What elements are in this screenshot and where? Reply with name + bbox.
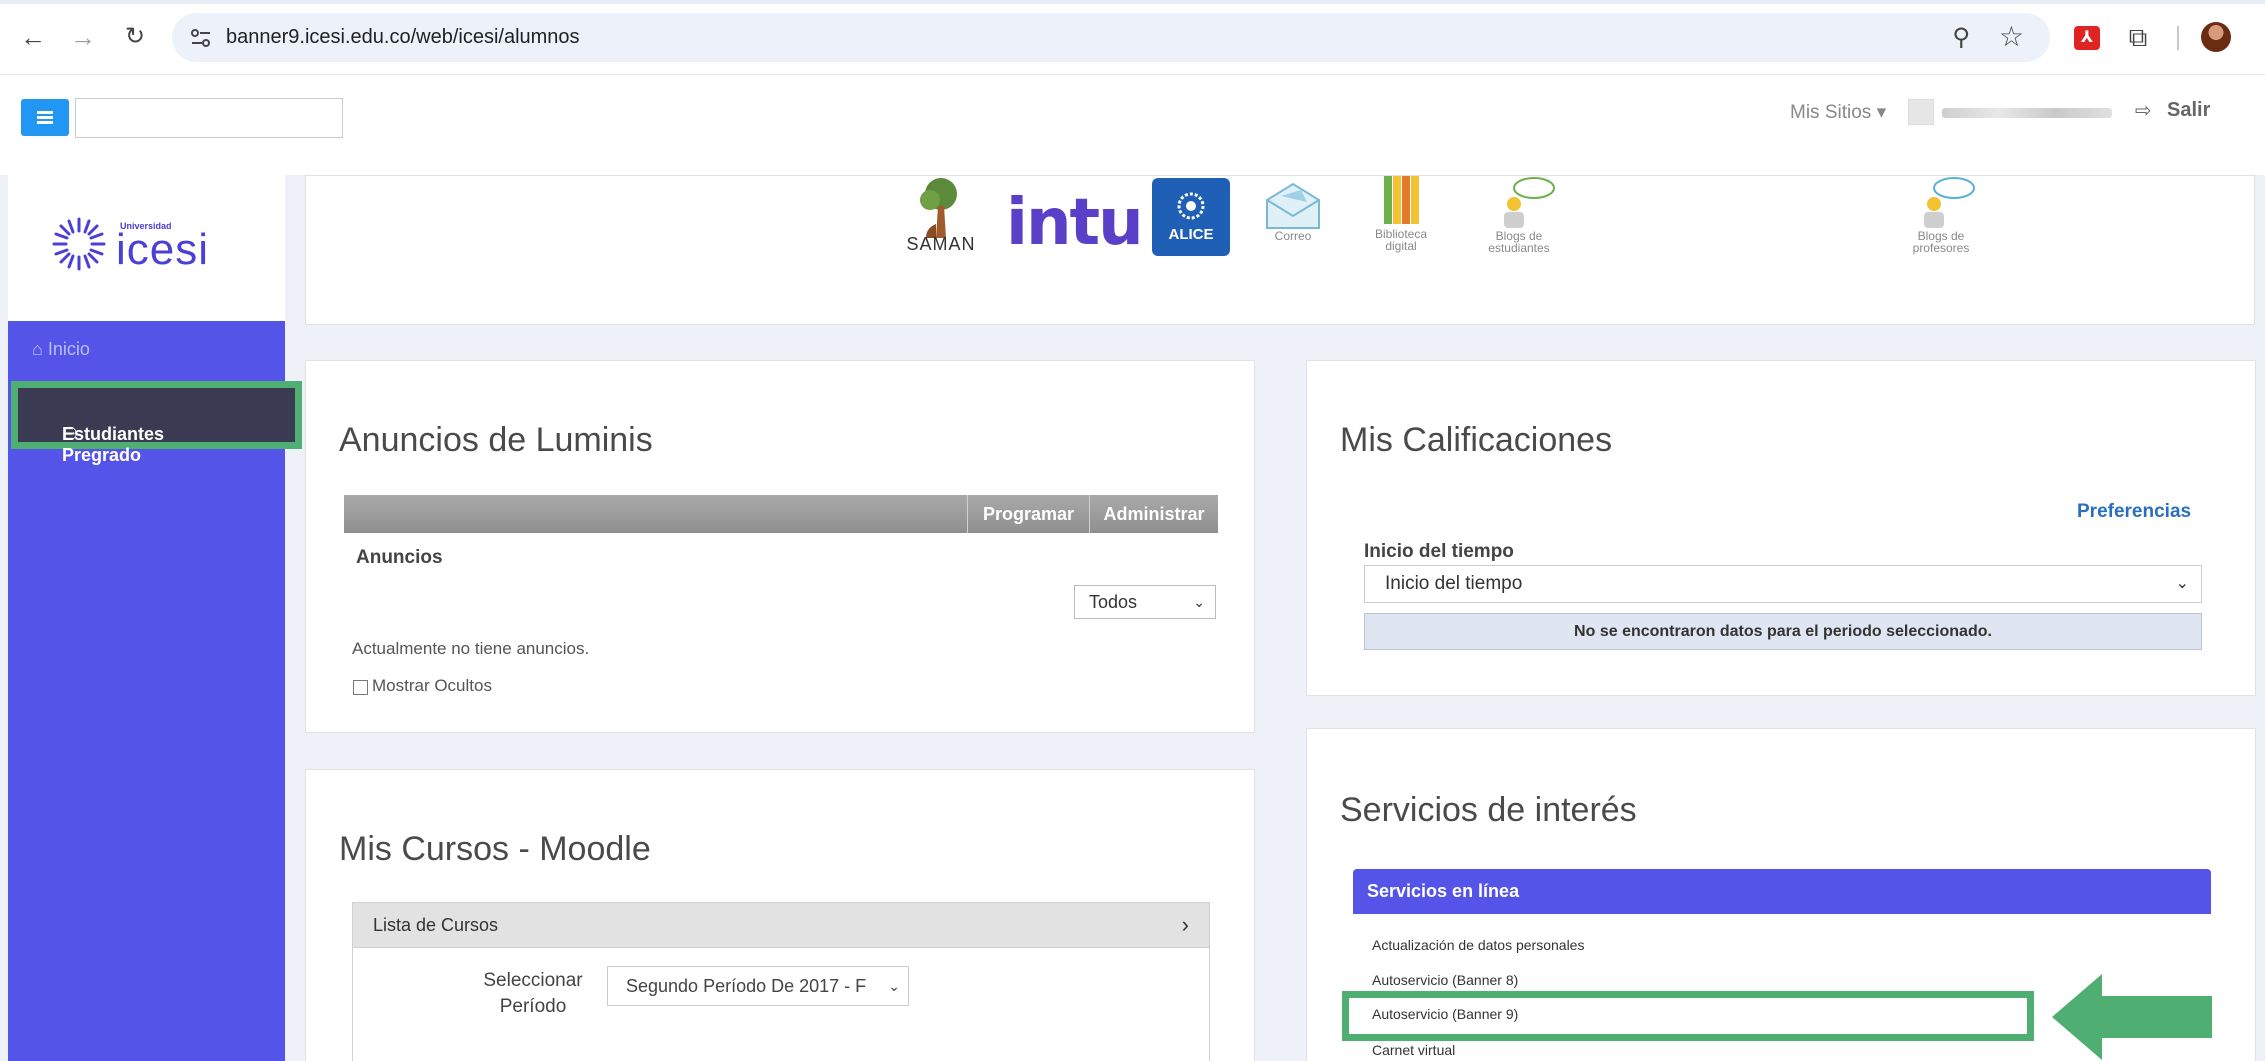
inicio-tiempo-label: Inicio del tiempo bbox=[1364, 541, 1514, 562]
sidebar-item-label: Estudiantes Pregrado bbox=[62, 424, 165, 465]
programar-button[interactable]: Programar bbox=[967, 495, 1089, 533]
servicio-autoservicio-banner8[interactable]: Autoservicio (Banner 8) bbox=[1372, 972, 1518, 988]
administrar-button[interactable]: Administrar bbox=[1089, 495, 1218, 533]
shortcut-correo[interactable]: Correo bbox=[1261, 178, 1325, 258]
servicios-title: Servicios de interés bbox=[1340, 791, 1637, 829]
reload-icon[interactable]: ↻ bbox=[118, 20, 152, 54]
seleccionar-periodo-label: Seleccionar Período bbox=[483, 970, 583, 1017]
cursos-periodo-value: Segundo Período De 2017 - F bbox=[626, 976, 867, 996]
site-settings-icon[interactable] bbox=[186, 23, 216, 53]
books-icon bbox=[1384, 176, 1419, 224]
user-name-redacted[interactable] bbox=[1942, 108, 2112, 118]
calificaciones-title: Mis Calificaciones bbox=[1340, 421, 1613, 459]
browser-toolbar: ← → ↻ banner9.icesi.edu.co/web/icesi/alu… bbox=[0, 0, 2265, 75]
blog-students-icon bbox=[1504, 177, 1555, 228]
lista-cursos-label: Lista de Cursos bbox=[373, 915, 499, 935]
logo-box: Universidad icesi bbox=[8, 175, 285, 321]
saman-label: SAMAN bbox=[906, 234, 976, 254]
url-text[interactable]: banner9.icesi.edu.co/web/icesi/alumnos bbox=[226, 26, 580, 49]
chevron-right-icon: › bbox=[1181, 912, 1189, 937]
tab-strip bbox=[0, 0, 2265, 4]
shortcut-biblioteca[interactable]: Biblioteca digital bbox=[1366, 176, 1436, 256]
no-data-message: No se encontraron datos para el periodo … bbox=[1364, 613, 2202, 650]
anuncios-filter-select[interactable]: Todos ⌄ bbox=[1074, 585, 1216, 619]
mis-sitios-dropdown[interactable]: Mis Sitios ▾ bbox=[1790, 101, 1886, 124]
logout-icon[interactable]: ⇨ bbox=[2135, 98, 2152, 123]
lista-cursos-header[interactable]: Lista de Cursos › bbox=[352, 902, 1210, 948]
chevron-down-icon: ⌄ bbox=[2175, 575, 2189, 592]
blogs-profesores-label: Blogs de profesores bbox=[1912, 229, 1970, 255]
bookmark-star-icon[interactable]: ☆ bbox=[1999, 20, 2024, 53]
pdf-extension-icon[interactable]: ⅄ bbox=[2074, 26, 2100, 50]
alice-icon bbox=[1177, 192, 1205, 220]
anuncios-toolbar: Programar Administrar bbox=[344, 495, 1218, 533]
extensions-icon[interactable]: ⧉ bbox=[2123, 22, 2153, 52]
app-header: Mis Sitios ▾ ⇨ Salir bbox=[0, 75, 2265, 175]
shortcut-alice[interactable]: ALICE bbox=[1152, 178, 1230, 256]
cursos-panel: Mis Cursos - Moodle Lista de Cursos › Se… bbox=[305, 769, 1255, 1061]
shortcut-saman[interactable]: SAMAN bbox=[896, 176, 986, 266]
mostrar-ocultos-checkbox[interactable] bbox=[353, 680, 368, 695]
servicios-en-linea-label: Servicios en línea bbox=[1367, 881, 1520, 901]
lista-cursos-body: Seleccionar Período Segundo Período De 2… bbox=[352, 948, 1210, 1061]
sidebar-item-inicio[interactable]: ⌂ Inicio bbox=[32, 339, 90, 360]
home-icon: ⌂ bbox=[32, 339, 48, 359]
zoom-icon[interactable]: ⚲ bbox=[1952, 23, 1970, 52]
highlight-box bbox=[1342, 991, 2034, 1041]
logout-link[interactable]: Salir bbox=[2167, 99, 2210, 122]
periodo-select[interactable]: Inicio del tiempo ⌄ bbox=[1364, 565, 2202, 603]
main-area: Universidad icesi ⌂ Inicio ⚇ Estudiantes… bbox=[0, 175, 2265, 1061]
shortcut-blogs-profesores[interactable]: Blogs de profesores bbox=[1896, 176, 1986, 256]
forward-icon[interactable]: → bbox=[66, 20, 100, 54]
biblioteca-label: Biblioteca digital bbox=[1374, 227, 1428, 253]
toolbar-divider bbox=[2177, 26, 2179, 50]
address-bar[interactable]: banner9.icesi.edu.co/web/icesi/alumnos ⚲… bbox=[172, 13, 2050, 62]
alice-label: ALICE bbox=[1168, 226, 1214, 243]
servicios-en-linea-header[interactable]: Servicios en línea bbox=[1353, 869, 2211, 914]
correo-label: Correo bbox=[1274, 229, 1312, 243]
anuncios-panel: Anuncios de Luminis Programar Administra… bbox=[305, 360, 1255, 733]
servicio-actualizacion-datos[interactable]: Actualización de datos personales bbox=[1372, 937, 1584, 953]
mail-icon bbox=[1266, 182, 1320, 229]
hamburger-menu-button[interactable] bbox=[21, 99, 69, 136]
search-input[interactable] bbox=[75, 98, 343, 138]
servicios-panel: Servicios de interés Servicios en línea … bbox=[1306, 728, 2256, 1061]
chevron-down-icon: ⌄ bbox=[884, 967, 900, 1005]
shortcut-blogs-estudiantes[interactable]: Blogs de estudiantes bbox=[1474, 176, 1564, 256]
sidebar: ⌂ Inicio ⚇ Estudiantes Pregrado bbox=[8, 321, 302, 1061]
blog-teachers-icon bbox=[1924, 177, 1975, 228]
shortcuts-panel: SAMAN intu ALICE Correo Biblioteca digit… bbox=[305, 175, 2255, 325]
back-icon[interactable]: ← bbox=[16, 20, 50, 54]
sidebar-item-estudiantes-pregrado[interactable]: ⚇ Estudiantes Pregrado bbox=[11, 381, 302, 465]
cursos-title: Mis Cursos - Moodle bbox=[339, 830, 651, 868]
icesi-logo-icon bbox=[52, 217, 106, 271]
anuncios-empty-message: Actualmente no tiene anuncios. bbox=[352, 639, 590, 658]
calificaciones-panel: Mis Calificaciones Preferencias Inicio d… bbox=[1306, 360, 2256, 696]
shortcut-intu[interactable]: intu bbox=[1006, 186, 1144, 260]
periodo-select-value: Inicio del tiempo bbox=[1385, 573, 1523, 594]
logo-text: icesi bbox=[116, 225, 210, 274]
sidebar-item-label: Inicio bbox=[47, 339, 90, 359]
browser-profile-avatar[interactable] bbox=[2201, 22, 2231, 52]
anuncios-subtitle: Anuncios bbox=[356, 547, 443, 568]
cursos-periodo-select[interactable]: Segundo Período De 2017 - F ⌄ bbox=[607, 966, 909, 1006]
chevron-down-icon: ⌄ bbox=[1193, 594, 1205, 610]
mostrar-ocultos-label[interactable]: Mostrar Ocultos bbox=[372, 676, 492, 696]
servicio-carnet-virtual[interactable]: Carnet virtual bbox=[1372, 1042, 1455, 1058]
anuncios-title: Anuncios de Luminis bbox=[339, 421, 653, 459]
preferencias-link[interactable]: Preferencias bbox=[2077, 501, 2191, 523]
filter-value: Todos bbox=[1089, 592, 1138, 612]
blogs-estudiantes-label: Blogs de estudiantes bbox=[1488, 229, 1550, 255]
intu-logo: intu bbox=[1006, 186, 1144, 260]
user-avatar[interactable] bbox=[1908, 99, 1934, 125]
pointer-arrow-icon bbox=[2052, 974, 2212, 1060]
